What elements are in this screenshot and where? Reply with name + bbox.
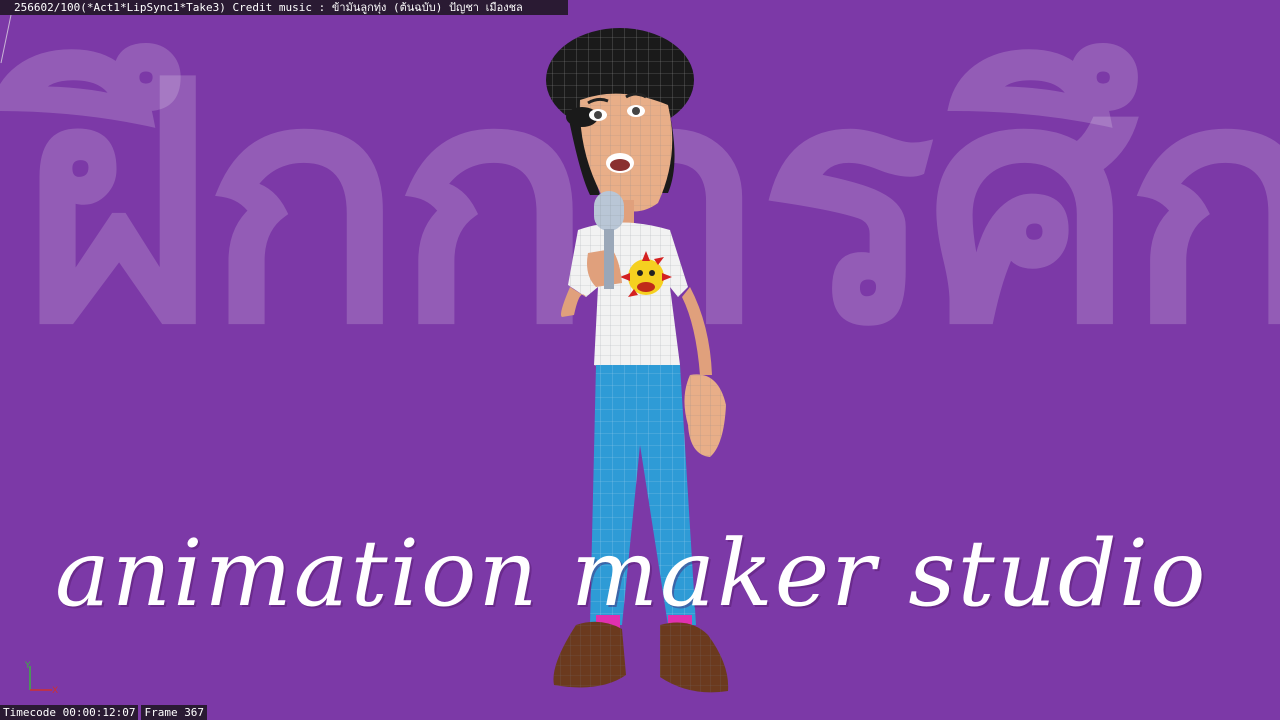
timecode-readout: Timecode 00:00:12:07 bbox=[0, 705, 139, 720]
axis-y-label: Y bbox=[24, 661, 31, 671]
viewport-corner-line bbox=[0, 15, 12, 64]
axis-x-label: X bbox=[52, 686, 58, 694]
frame-readout: Frame 367 bbox=[141, 705, 208, 720]
studio-overlay-text: animation maker studio bbox=[55, 520, 1208, 627]
status-bar: Timecode 00:00:12:07 Frame 367 bbox=[0, 705, 210, 720]
axis-gizmo-icon: Y X bbox=[24, 661, 58, 694]
viewport-title-bar: 256602/100(*Act1*LipSync1*Take3) Credit … bbox=[0, 0, 568, 15]
3d-viewport[interactable]: ฝึกการศึกษา bbox=[0, 0, 1280, 720]
